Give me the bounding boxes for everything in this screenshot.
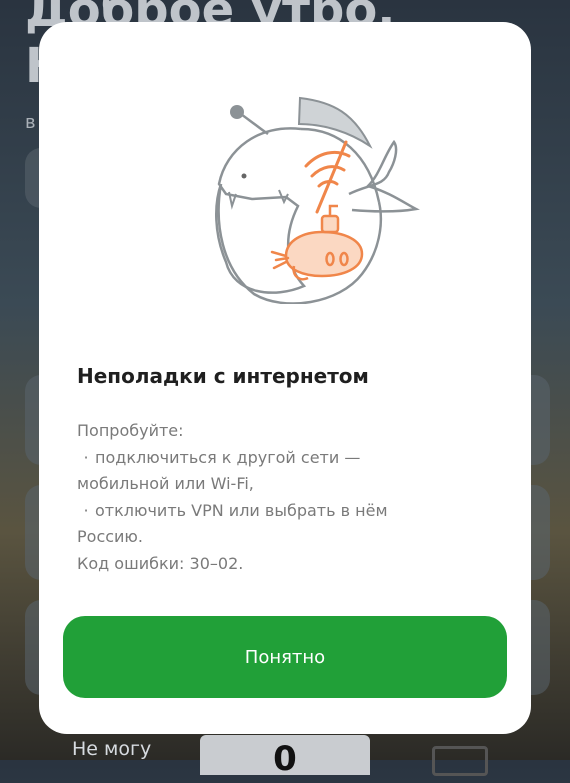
anglerfish-no-internet-icon — [215, 96, 420, 304]
dialog-message: Попробуйте: · подключиться к другой сети… — [77, 418, 497, 577]
list-item-text: мобильной или Wi-Fi, — [77, 474, 254, 493]
list-item-text: Россию. — [77, 527, 143, 546]
background-label: в — [25, 112, 36, 133]
list-item-text: подключиться к другой сети — — [95, 447, 361, 467]
ok-button[interactable]: Понятно — [63, 616, 507, 698]
dialog-title: Неполадки с интернетом — [77, 364, 369, 388]
dialog-intro: Попробуйте: — [77, 421, 184, 440]
bullet-icon: · — [83, 447, 89, 467]
backspace-icon — [432, 746, 488, 776]
background-keypad-key: 0 — [200, 735, 370, 779]
list-item: · отключить VPN или выбрать в нём — [77, 498, 497, 525]
error-code: Код ошибки: 30–02. — [77, 553, 244, 573]
list-item-text: отключить VPN или выбрать в нём — [95, 500, 388, 520]
keypad-digit: 0 — [273, 739, 297, 779]
bullet-icon: · — [83, 500, 89, 520]
error-dialog: Неполадки с интернетом Попробуйте: · под… — [39, 22, 531, 734]
background-bottom-label: Не могу — [72, 738, 152, 760]
list-item: · подключиться к другой сети — — [77, 445, 497, 472]
